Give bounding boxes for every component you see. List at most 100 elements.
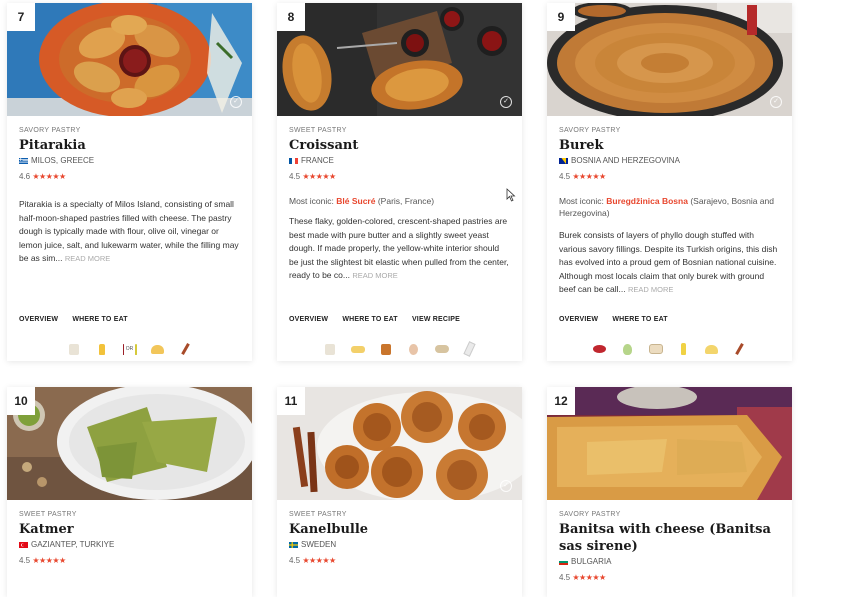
overview-link[interactable]: OVERVIEW (289, 316, 328, 323)
dish-card-pitarakia[interactable]: 7 ✓ SAVORY PASTRY Pitarakia MILOS, GREEC… (7, 3, 252, 361)
flour-bag-icon[interactable] (67, 342, 81, 356)
dish-image[interactable]: 12 (547, 387, 792, 500)
overview-link[interactable]: OVERVIEW (559, 316, 598, 323)
most-iconic-place-link[interactable]: Blé Sucré (336, 196, 375, 206)
dish-image[interactable]: 11 ✓ (277, 387, 522, 500)
rating-stars: ★★★★★ (32, 172, 66, 181)
rating: 4.5 ★★★★★ (19, 556, 240, 565)
france-flag-icon (289, 157, 298, 164)
olive-oil-icon[interactable] (135, 343, 137, 355)
country-name[interactable]: MILOS, GREECE (31, 156, 94, 165)
rank-number: 11 (277, 387, 305, 415)
pepper-icon[interactable] (733, 342, 747, 356)
country-name[interactable]: GAZIANTEP, TURKIYE (31, 540, 114, 549)
description-text: Pitarakia is a specialty of Milos Island… (19, 199, 239, 263)
salt-shaker-icon[interactable] (179, 342, 193, 356)
rank-number: 9 (547, 3, 575, 31)
dish-card-katmer[interactable]: 10 SWEET PASTRY Katmer GAZIANTEP, TURKIY… (7, 387, 252, 597)
dish-description: Pitarakia is a specialty of Milos Island… (19, 198, 240, 266)
most-iconic-place-link[interactable]: Buregdžinica Bosna (606, 196, 688, 206)
category-label: SWEET PASTRY (19, 511, 77, 518)
most-iconic-location: (Paris, France) (377, 196, 435, 206)
dish-title[interactable]: Banitsa with cheese (Banitsa sas sirene) (559, 521, 780, 555)
rating-value: 4.5 (19, 556, 31, 565)
dish-title[interactable]: Pitarakia (19, 137, 240, 154)
sweden-flag-icon (289, 541, 298, 548)
flour-bag-icon[interactable] (323, 342, 337, 356)
phyllo-icon[interactable] (648, 342, 663, 356)
dish-image[interactable]: 9 ✓ (547, 3, 792, 116)
yeast-icon[interactable] (434, 342, 449, 356)
checkmark-icon[interactable]: ✓ (770, 96, 782, 108)
kanelbulle-photo (277, 387, 522, 500)
dish-card-kanelbulle[interactable]: 11 ✓ SWEET PASTRY Kanelbulle SWEDEN 4.5 … (277, 387, 522, 597)
category-label: SAVORY PASTRY (559, 127, 621, 134)
turkey-flag-icon (19, 541, 28, 548)
country-name[interactable]: BOSNIA AND HERZEGOVINA (571, 156, 680, 165)
rating: 4.6 ★★★★★ (19, 172, 240, 181)
dish-title[interactable]: Croissant (289, 137, 510, 154)
rating-value: 4.6 (19, 172, 31, 181)
category-label: SWEET PASTRY (289, 127, 347, 134)
dish-title[interactable]: Burek (559, 137, 780, 154)
card-links: OVERVIEW WHERE TO EAT VIEW RECIPE (289, 316, 472, 323)
cheese-icon[interactable] (151, 342, 165, 356)
banitsa-photo (547, 387, 792, 500)
lemon-juice-icon[interactable] (95, 342, 109, 356)
katmer-photo (7, 387, 252, 500)
dish-image[interactable]: 8 ✓ (277, 3, 522, 116)
rating-stars: ★★★★★ (302, 556, 336, 565)
where-to-eat-link[interactable]: WHERE TO EAT (612, 316, 667, 323)
ground-beef-icon[interactable] (593, 342, 607, 356)
or-label: OR (125, 346, 134, 352)
rating-stars: ★★★★★ (572, 573, 606, 582)
dish-card-croissant[interactable]: 8 ✓ SWEET PASTRY Croissant FRANCE 4.5 ★★… (277, 3, 522, 361)
rating: 4.5 ★★★★★ (289, 172, 510, 181)
most-iconic: Most iconic: Buregdžinica Bosna (Sarajev… (559, 195, 780, 219)
where-to-eat-link[interactable]: WHERE TO EAT (72, 316, 127, 323)
read-more-link[interactable]: READ MORE (352, 271, 397, 280)
country-line: GAZIANTEP, TURKIYE (19, 540, 240, 549)
checkmark-icon[interactable]: ✓ (500, 96, 512, 108)
dish-card-burek[interactable]: 9 ✓ SAVORY PASTRY Burek BOSNIA AND HERZE… (547, 3, 792, 361)
rating: 4.5 ★★★★★ (559, 573, 780, 582)
oil-bottle-icon[interactable] (677, 342, 691, 356)
butter-icon[interactable] (350, 342, 365, 356)
checkmark-icon[interactable]: ✓ (500, 480, 512, 492)
category-label: SAVORY PASTRY (559, 511, 621, 518)
greece-flag-icon (19, 157, 28, 164)
ingredient-icons (277, 341, 522, 357)
country-name[interactable]: BULGARIA (571, 557, 611, 566)
dish-title[interactable]: Katmer (19, 521, 240, 538)
milk-icon[interactable] (463, 341, 477, 357)
view-recipe-link[interactable]: VIEW RECIPE (412, 316, 460, 323)
country-line: FRANCE (289, 156, 510, 165)
dish-image[interactable]: 10 (7, 387, 252, 500)
onion-icon[interactable] (621, 342, 635, 356)
country-line: BOSNIA AND HERZEGOVINA (559, 156, 780, 165)
ingredient-icons: OR (7, 342, 252, 356)
country-line: MILOS, GREECE (19, 156, 240, 165)
country-name[interactable]: SWEDEN (301, 540, 336, 549)
read-more-link[interactable]: READ MORE (65, 254, 110, 263)
where-to-eat-link[interactable]: WHERE TO EAT (342, 316, 397, 323)
burek-photo (547, 3, 792, 116)
rating-stars: ★★★★★ (572, 172, 606, 181)
dish-image[interactable]: 7 ✓ (7, 3, 252, 116)
vinegar-bottle-icon[interactable] (122, 343, 124, 355)
dish-card-banitsa[interactable]: 12 SAVORY PASTRY Banitsa with cheese (Ba… (547, 387, 792, 597)
egg-icon[interactable] (407, 342, 421, 356)
checkmark-icon[interactable]: ✓ (230, 96, 242, 108)
country-name[interactable]: FRANCE (301, 156, 334, 165)
croissant-photo (277, 3, 522, 116)
most-iconic-label: Most iconic: (559, 196, 604, 206)
vinegar-or-oil-group: OR (122, 342, 137, 356)
dish-title[interactable]: Kanelbulle (289, 521, 510, 538)
most-iconic-label: Most iconic: (289, 196, 334, 206)
rank-number: 7 (7, 3, 35, 31)
overview-link[interactable]: OVERVIEW (19, 316, 58, 323)
dish-description: Burek consists of layers of phyllo dough… (559, 229, 780, 297)
read-more-link[interactable]: READ MORE (628, 285, 673, 294)
sugar-icon[interactable] (379, 342, 393, 356)
cheese-icon[interactable] (705, 342, 719, 356)
